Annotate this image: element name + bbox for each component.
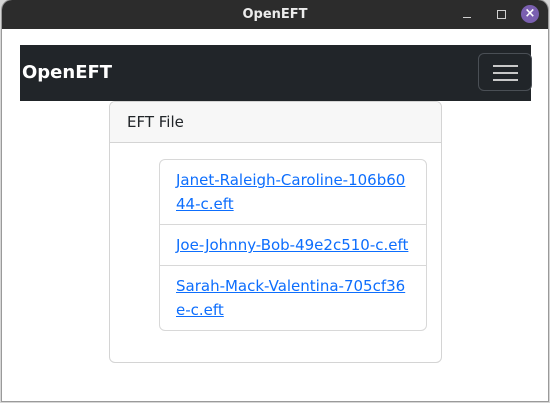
minimize-button[interactable]: [458, 5, 476, 23]
maximize-button[interactable]: [492, 5, 510, 23]
close-button[interactable]: ×: [521, 5, 539, 23]
navbar-brand[interactable]: OpenEFT: [22, 45, 112, 101]
list-item: Janet-Raleigh-Caroline-106b6044-c.eft: [160, 160, 426, 225]
card-header: EFT File: [110, 102, 441, 143]
file-list: Janet-Raleigh-Caroline-106b6044-c.eft Jo…: [159, 159, 427, 331]
list-item: Sarah-Mack-Valentina-705cf36e-c.eft: [160, 266, 426, 330]
navbar: OpenEFT: [20, 45, 532, 101]
title-bar[interactable]: OpenEFT ×: [2, 0, 548, 29]
eft-file-card: EFT File Janet-Raleigh-Caroline-106b6044…: [109, 101, 442, 363]
maximize-icon: [497, 10, 506, 19]
file-link[interactable]: Joe-Johnny-Bob-49e2c510-c.eft: [176, 236, 408, 254]
close-icon: ×: [524, 6, 536, 21]
navbar-toggler-button[interactable]: [478, 53, 532, 91]
file-link[interactable]: Janet-Raleigh-Caroline-106b6044-c.eft: [176, 171, 405, 213]
minimize-icon: [463, 17, 471, 18]
hamburger-icon-line: [493, 79, 518, 81]
file-link[interactable]: Sarah-Mack-Valentina-705cf36e-c.eft: [176, 277, 405, 319]
hamburger-icon: [493, 65, 518, 67]
app-window: OpenEFT × OpenEFT EFT File Janet-Raleigh…: [2, 0, 548, 401]
list-item: Joe-Johnny-Bob-49e2c510-c.eft: [160, 225, 426, 266]
hamburger-icon-line: [493, 72, 518, 74]
